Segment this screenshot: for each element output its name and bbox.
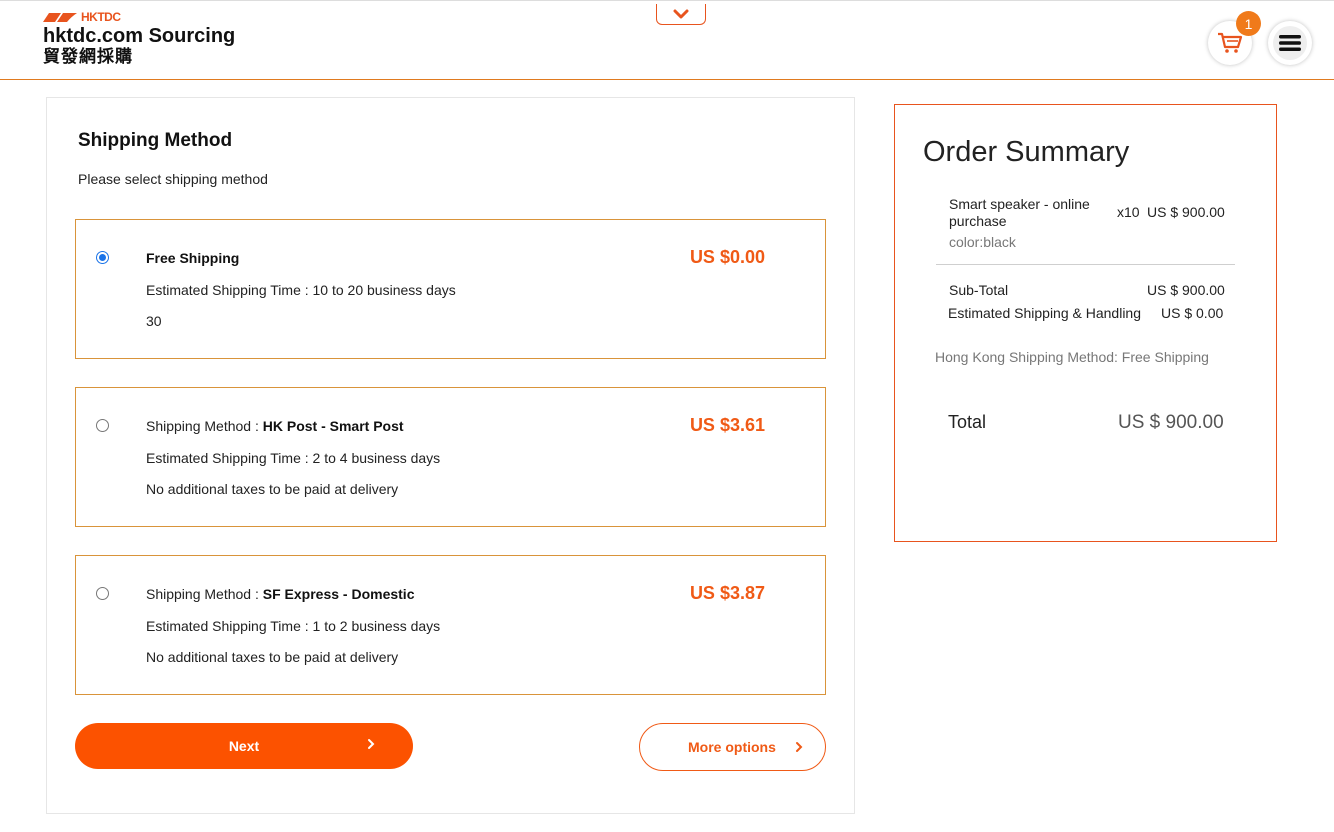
- chevron-down-icon: [673, 9, 689, 19]
- summary-shipping-method: Hong Kong Shipping Method: Free Shipping: [935, 349, 1209, 365]
- shipping-option-radio[interactable]: [96, 419, 109, 432]
- shipping-option-method-name: Free Shipping: [146, 250, 240, 266]
- order-summary-title: Order Summary: [923, 136, 1130, 168]
- shipping-option-price: US $3.61: [689, 415, 765, 435]
- logo-subtitle: 貿發網採購: [43, 47, 133, 66]
- shipping-option-method-name: HK Post - Smart Post: [262, 418, 404, 434]
- summary-item-quantity: x10: [1117, 204, 1140, 220]
- shipping-option-time: Estimated Shipping Time : 10 to 20 busin…: [146, 282, 456, 298]
- shipping-method-title: Shipping Method: [78, 130, 233, 151]
- order-summary-panel: [894, 104, 1277, 542]
- subtotal-value: US $ 900.00: [1147, 282, 1225, 298]
- shipping-option-prefix: Shipping Method :: [146, 418, 263, 434]
- subtotal-label: Sub-Total: [949, 282, 1009, 298]
- shipping-option-price: US $3.87: [689, 583, 765, 603]
- shipping-option-prefix: Shipping Method :: [146, 586, 263, 602]
- shipping-option-name: Shipping Method : SF Express - Domestic: [146, 586, 414, 602]
- summary-divider: [936, 264, 1235, 265]
- shipping-option-radio[interactable]: [96, 587, 109, 600]
- shipping-handling-value: US $ 0.00: [1161, 305, 1224, 321]
- shipping-handling-label: Estimated Shipping & Handling: [948, 305, 1142, 321]
- shipping-option-note: No additional taxes to be paid at delive…: [146, 649, 399, 665]
- logo-title: hktdc.com Sourcing: [43, 25, 236, 47]
- shipping-option-free[interactable]: Free Shipping Estimated Shipping Time : …: [75, 219, 826, 359]
- shipping-option-note: No additional taxes to be paid at delive…: [146, 481, 399, 497]
- logo-mark: HKTDC: [43, 10, 235, 24]
- shipping-option-price: US $0.00: [689, 247, 765, 267]
- next-button[interactable]: Next: [75, 723, 413, 769]
- summary-item-price: US $ 900.00: [1147, 204, 1225, 220]
- shipping-option-time: Estimated Shipping Time : 1 to 2 busines…: [146, 618, 441, 634]
- chevron-right-icon: [796, 742, 803, 752]
- summary-item-name: Smart speaker - online purchase: [949, 196, 1090, 229]
- collapse-toggle-button[interactable]: [656, 4, 706, 25]
- shipping-option-note: 30: [146, 313, 162, 329]
- shipping-method-instructions: Please select shipping method: [78, 171, 268, 187]
- shipping-option-time: Estimated Shipping Time : 2 to 4 busines…: [146, 450, 441, 466]
- menu-button-inner: [1273, 26, 1307, 60]
- more-options-button[interactable]: More options: [639, 723, 826, 771]
- cart-icon: [1218, 32, 1243, 53]
- menu-button[interactable]: [1268, 21, 1312, 65]
- more-options-label: More options: [688, 739, 776, 755]
- shipping-option-name: Shipping Method : HK Post - Smart Post: [146, 418, 404, 434]
- total-value: US $ 900.00: [1118, 412, 1224, 433]
- cart-count-badge: 1: [1236, 11, 1261, 36]
- chevron-right-icon: [368, 739, 375, 749]
- logo-hktdc-text: HKTDC: [81, 10, 121, 24]
- site-header: HKTDC hktdc.com Sourcing 貿發網採購 1: [0, 0, 1334, 80]
- shipping-option-method-name: SF Express - Domestic: [262, 586, 415, 602]
- shipping-option-name: Free Shipping: [146, 250, 239, 266]
- next-button-label: Next: [228, 738, 260, 754]
- shipping-option-hk-post[interactable]: Shipping Method : HK Post - Smart Post E…: [75, 387, 826, 527]
- hamburger-icon: [1279, 35, 1301, 51]
- hktdc-logo[interactable]: HKTDC hktdc.com Sourcing 貿發網採購: [43, 10, 235, 67]
- logo-wave-icon: [43, 13, 77, 22]
- summary-item-color: color:black: [949, 234, 1016, 250]
- total-label: Total: [948, 412, 987, 432]
- shipping-option-sf-express[interactable]: Shipping Method : SF Express - Domestic …: [75, 555, 826, 695]
- shipping-option-radio[interactable]: [96, 251, 109, 264]
